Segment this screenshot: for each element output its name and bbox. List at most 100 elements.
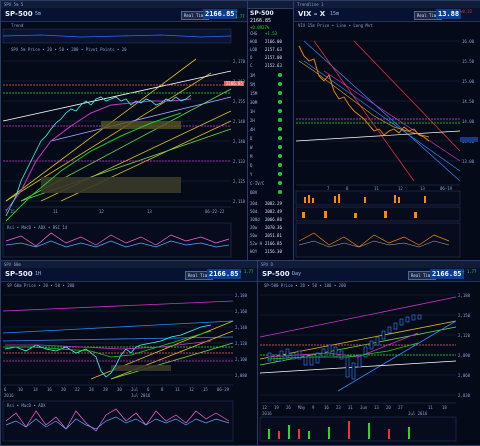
quote-row: C 2152.63 [250,63,282,68]
svg-text:2,060: 2,060 [458,373,471,378]
signal-label: 1M [250,73,255,78]
x-tick: 6 [4,387,7,392]
svg-text:2,150: 2,150 [458,313,471,318]
x-tick: 7/15 [5,209,15,214]
x-tick: 12 [99,209,104,214]
svg-text:2,155: 2,155 [233,99,246,104]
signal-indicator-icon [278,118,282,122]
x-tick: 12 [189,387,194,392]
ma-row: HOY 2156.30 [250,249,282,254]
x-tick: 13 [374,405,379,410]
svg-text:2,140: 2,140 [233,139,246,144]
signal-label: 15M [250,91,258,96]
quote-row: LOD 2157.63 [250,47,282,52]
x-tick: 18 [442,405,447,410]
svg-text:2,140: 2,140 [235,325,248,330]
quote-sidebar: SP-500 2166.85 +0.0927% CHG +1.53 HOD 2166… [247,0,294,261]
signal-row: C-IV/C [250,181,282,186]
svg-text:16.00: 16.00 [462,39,475,44]
x-tick: 6 [147,387,150,392]
x-tick: 13 [147,209,152,214]
signal-indicator-icon [278,109,282,113]
signal-indicator-icon [278,91,282,95]
quote-row-label: LOD [250,47,258,52]
ma-label: 20w [250,225,258,230]
svg-text:15.00: 15.00 [462,79,475,84]
quote-row-value: 2152.63 [265,63,282,68]
svg-text:13.00: 13.00 [462,159,475,164]
x-tick: 14 [33,387,38,392]
ma-label: 20d [250,201,258,206]
signal-indicator-icon [278,154,282,158]
ma-value: 2051.81 [265,233,282,238]
spx-daily-chart-panel: SPX D SP-500 Day Real Time 2166.85 + 1.7… [257,260,480,446]
svg-text:14.50: 14.50 [462,99,475,104]
x-year: 2016 [262,411,272,416]
quote-symbol[interactable]: SP-500 [250,10,274,17]
ma-value: 2082.29 [265,201,282,206]
signal-label: 5M [250,82,255,87]
signal-indicator-icon [278,145,282,149]
x-tick: 16 [324,405,329,410]
svg-text:2,090: 2,090 [458,353,471,358]
x-tick: 12 [398,186,403,191]
vix-15m-plot: 16.0015.5015.00 14.5014.0013.50 13.00 [295,39,478,258]
svg-text:14.00: 14.00 [462,119,475,124]
svg-text:2,180: 2,180 [235,293,248,298]
indicator-legend: Rsi • MacD • ADX [7,403,46,408]
x-tick: 22 [75,387,80,392]
spx-60m-chart-panel: SPX 60m SP-500 1H Real Time 2166.85 + 1.… [0,260,258,446]
x-tick: Jul 2016 [408,411,428,416]
x-tick: 19 [274,405,279,410]
signal-row: D [250,136,282,141]
ma-row: 20d 2082.29 [250,201,282,206]
x-tick: 06-22-22 [205,209,225,214]
spx-5m-chart-panel: SPX 5m 5 SP-500 5m Real Time 2166.85 + 1… [0,0,248,261]
spx-5m-plot: 2,1702,1632,155 2,1482,1402,133 2,1252,1… [2,28,246,258]
x-tick: 11 [428,405,433,410]
x-tick: 16 [47,387,52,392]
signal-label: 4H [250,127,255,132]
svg-text:2,125: 2,125 [233,179,246,184]
quote-row-label: HOD [250,39,258,44]
quote-chg-row: CHG +1.53 [250,31,277,36]
signal-row: 15M [250,91,282,96]
x-tick: 27 [398,405,403,410]
ma-value: 2070.36 [265,225,282,230]
x-tick: 11 [175,387,180,392]
ma-label: 52w H [250,241,263,246]
signal-label: Q [250,163,253,168]
x-tick: 20 [61,387,66,392]
x-tick: 11 [374,186,379,191]
ma-row: 50d 2082.49 [250,209,282,214]
quote-row-label: C [250,63,253,68]
ma-value: 2082.49 [265,209,282,214]
quote-pct: +0.0927% [250,25,270,30]
ma-label: 50w [250,233,258,238]
x-tick: Jul [131,387,139,392]
x-tick: 06-19 [440,186,453,191]
svg-text:2,133: 2,133 [233,159,246,164]
x-tick: 12 [262,405,267,410]
signal-indicator-icon [278,73,282,77]
x-tick: 20 [386,405,391,410]
x-tick: 10 [18,387,23,392]
svg-text:2,170: 2,170 [233,59,246,64]
ma-value: 2156.30 [265,249,282,254]
svg-text:2,118: 2,118 [233,199,246,204]
svg-text:2,080: 2,080 [235,373,248,378]
svg-text:2,100: 2,100 [235,357,248,362]
signal-row: M [250,154,282,159]
svg-text:2,030: 2,030 [458,393,471,398]
x-tick: Jun [360,405,368,410]
x-tick: 30 [117,387,122,392]
signal-label: W [250,145,253,150]
x-month: Jul 2016 [131,393,151,398]
x-tick: 11 [53,209,58,214]
signal-indicator-icon [278,100,282,104]
signal-label: Y [250,172,253,177]
quote-title-bar [248,1,293,9]
ma-label: 100d [250,217,260,222]
x-tick: 24 [89,387,94,392]
spx-60m-plot: 2,180 2,160 2,140 2,120 2,100 2,080 [2,293,248,442]
